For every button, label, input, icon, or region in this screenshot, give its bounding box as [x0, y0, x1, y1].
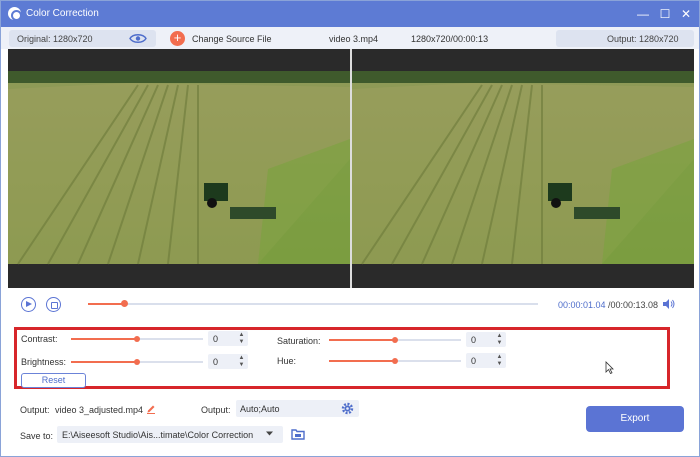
progress-knob[interactable]: [121, 300, 128, 307]
progress-fill: [88, 303, 124, 305]
adjust-panel-highlight: [14, 327, 670, 389]
output-resolution: Output: 1280x720: [607, 34, 679, 44]
progress-bar[interactable]: [88, 300, 538, 307]
total-time: /00:00:13.08: [608, 300, 659, 310]
brightness-slider[interactable]: [71, 359, 203, 365]
info-bar: Original: 1280x720 + Change Source File …: [1, 27, 699, 49]
video-preview: [8, 49, 694, 288]
hue-slider[interactable]: [329, 358, 461, 364]
brightness-increment-icon[interactable]: ▲: [238, 355, 245, 361]
brightness-slider-fill: [71, 361, 137, 363]
saturation-slider-fill: [329, 339, 395, 341]
saturation-decrement-icon[interactable]: ▼: [496, 340, 503, 346]
brightness-input[interactable]: 0 ▲ ▼: [208, 354, 248, 369]
output-format-value: Auto;Auto: [240, 404, 280, 414]
brightness-label: Brightness:: [21, 357, 67, 367]
output-file-name: video 3_adjusted.mp4: [55, 405, 144, 415]
brightness-value: 0: [213, 357, 219, 367]
mouse-cursor-icon: [605, 361, 614, 374]
stop-icon[interactable]: [46, 297, 61, 312]
original-resolution: Original: 1280x720: [17, 34, 93, 44]
contrast-value: 0: [213, 334, 219, 344]
contrast-slider[interactable]: [71, 336, 203, 342]
gear-icon[interactable]: [341, 402, 354, 415]
add-source-icon[interactable]: +: [170, 31, 185, 46]
saturation-increment-icon[interactable]: ▲: [496, 333, 503, 339]
contrast-input[interactable]: 0 ▲ ▼: [208, 331, 248, 346]
edit-icon[interactable]: [146, 404, 156, 414]
brightness-decrement-icon[interactable]: ▼: [238, 362, 245, 368]
folder-icon[interactable]: [291, 428, 305, 440]
contrast-increment-icon[interactable]: ▲: [238, 332, 245, 338]
hue-value: 0: [471, 356, 477, 366]
contrast-decrement-icon[interactable]: ▼: [238, 339, 245, 345]
window-title: Color Correction: [26, 8, 99, 19]
original-preview: [8, 49, 350, 288]
output-preview: [352, 49, 694, 288]
close-button[interactable]: ✕: [678, 6, 694, 22]
color-correction-window: Color Correction — ☐ ✕ Original: 1280x72…: [0, 0, 700, 457]
saturation-slider-knob[interactable]: [392, 337, 398, 343]
current-time: 00:00:01.04: [558, 300, 606, 310]
brightness-slider-knob[interactable]: [134, 359, 140, 365]
maximize-button[interactable]: ☐: [657, 6, 673, 22]
video-frame-output: [352, 49, 694, 288]
app-logo-icon: [8, 7, 22, 21]
play-icon[interactable]: [21, 297, 36, 312]
chevron-down-icon[interactable]: [265, 430, 274, 437]
video-frame-original: [8, 49, 350, 288]
export-button[interactable]: Export: [586, 406, 684, 432]
contrast-label: Contrast:: [21, 334, 58, 344]
file-name: video 3.mp4: [329, 34, 379, 44]
title-bar: Color Correction — ☐ ✕: [1, 1, 699, 27]
saturation-slider[interactable]: [329, 337, 461, 343]
hue-label: Hue:: [277, 356, 297, 366]
volume-icon[interactable]: [662, 298, 675, 310]
saturation-value: 0: [471, 335, 477, 345]
contrast-slider-fill: [71, 338, 137, 340]
saturation-label: Saturation:: [277, 336, 321, 346]
minimize-button[interactable]: —: [635, 6, 651, 22]
save-path-value: E:\Aiseesoft Studio\Ais...timate\Color C…: [62, 430, 254, 440]
hue-increment-icon[interactable]: ▲: [496, 354, 503, 360]
eye-icon[interactable]: [129, 33, 147, 44]
output-file-label: Output:: [20, 405, 50, 415]
save-to-label: Save to:: [20, 431, 54, 441]
contrast-slider-knob[interactable]: [134, 336, 140, 342]
hue-decrement-icon[interactable]: ▼: [496, 361, 503, 367]
file-meta: 1280x720/00:00:13: [411, 34, 489, 44]
hue-slider-knob[interactable]: [392, 358, 398, 364]
hue-slider-fill: [329, 360, 395, 362]
change-source-file-button[interactable]: Change Source File: [192, 34, 272, 44]
reset-button[interactable]: Reset: [21, 373, 86, 388]
saturation-input[interactable]: 0 ▲ ▼: [466, 332, 506, 347]
hue-input[interactable]: 0 ▲ ▼: [466, 353, 506, 368]
output-format-label: Output:: [201, 405, 231, 415]
